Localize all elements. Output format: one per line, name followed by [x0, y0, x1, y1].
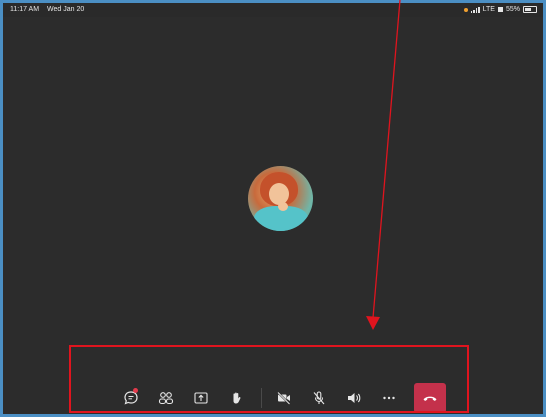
- battery-percent: 55%: [505, 6, 520, 13]
- rotation-lock-icon: [497, 7, 503, 12]
- participant-avatar: [248, 166, 313, 231]
- status-bar: 11:17 AM Wed Jan 20 LTE 55%: [3, 3, 543, 17]
- network-type: LTE: [482, 6, 495, 13]
- recording-indicator-icon: [463, 7, 468, 12]
- status-date: Wed Jan 20: [47, 6, 85, 13]
- highlight-box: [69, 345, 469, 413]
- status-time: 11:17 AM: [10, 6, 40, 13]
- battery-icon: [523, 6, 537, 13]
- signal-icon: [470, 6, 480, 13]
